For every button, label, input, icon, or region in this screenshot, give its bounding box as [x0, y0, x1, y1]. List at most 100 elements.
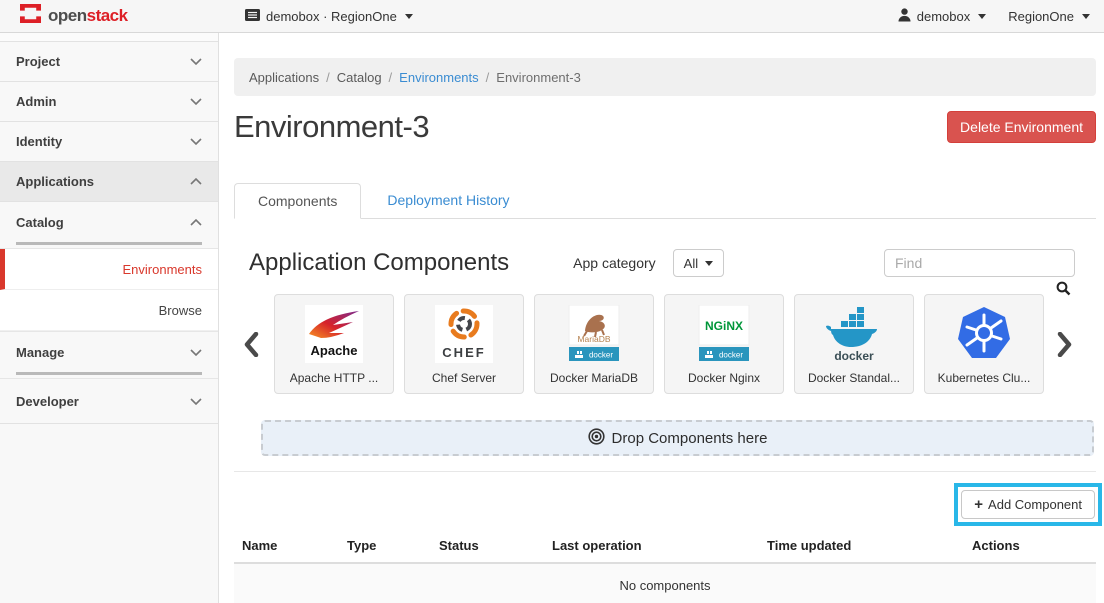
kubernetes-icon	[955, 304, 1013, 364]
openstack-logo[interactable]: openstack	[0, 3, 219, 29]
main-content: Applications / Catalog / Environments / …	[219, 33, 1104, 603]
app-card-label: Kubernetes Clu...	[938, 371, 1031, 385]
chef-icon: CHEF	[435, 304, 493, 364]
table-header-row: Name Type Status Last operation Time upd…	[234, 529, 1096, 563]
chevron-down-icon	[190, 349, 202, 356]
caret-down-icon	[705, 261, 713, 266]
breadcrumb-separator: /	[389, 70, 393, 85]
drop-components-zone[interactable]: Drop Components here	[261, 420, 1094, 456]
app-card-label: Docker Standal...	[808, 371, 900, 385]
sidebar-item-manage[interactable]: Manage	[0, 332, 218, 372]
app-category-label: App category	[573, 255, 656, 271]
apache-icon: Apache	[305, 304, 363, 364]
chevron-up-icon	[190, 178, 202, 185]
section-divider	[234, 471, 1096, 472]
chevron-down-icon	[190, 398, 202, 405]
tab-deployment-history[interactable]: Deployment History	[361, 183, 535, 218]
chevron-down-icon	[190, 58, 202, 65]
breadcrumb-current: Environment-3	[496, 70, 581, 85]
svg-text:MariaDB: MariaDB	[577, 334, 610, 344]
sidebar-item-developer[interactable]: Developer	[0, 379, 218, 424]
sidebar-item-label: Environments	[123, 262, 202, 277]
app-card-label: Docker Nginx	[688, 371, 760, 385]
sidebar-item-label: Admin	[16, 94, 56, 109]
section-underline	[16, 242, 202, 245]
sidebar-group-catalog: Catalog	[0, 202, 218, 249]
project-list-icon	[245, 9, 260, 24]
carousel-next-button[interactable]	[1057, 332, 1072, 357]
mariadb-docker-icon: MariaDB docker	[563, 304, 625, 364]
find-field-wrap	[884, 249, 1075, 277]
sidebar-group-manage: Manage	[0, 331, 218, 379]
breadcrumb-applications: Applications	[249, 70, 319, 85]
section-underline	[16, 372, 202, 375]
components-toolbar: Application Components App category All	[234, 248, 1096, 278]
column-header-time-updated: Time updated	[759, 529, 964, 563]
region-menu[interactable]: RegionOne	[1008, 9, 1090, 24]
app-window: openstack demobox · RegionOne	[0, 0, 1104, 603]
dropzone-label: Drop Components here	[612, 430, 768, 447]
annotation-highlight: + Add Component	[954, 483, 1102, 526]
add-component-row: + Add Component	[234, 483, 1102, 526]
region-menu-label: RegionOne	[1008, 9, 1074, 24]
breadcrumb: Applications / Catalog / Environments / …	[234, 58, 1096, 96]
breadcrumb-separator: /	[326, 70, 330, 85]
target-icon	[588, 428, 605, 449]
user-menu[interactable]: demobox	[898, 8, 986, 25]
app-card-chef[interactable]: CHEF Chef Server	[404, 294, 524, 394]
sidebar-item-catalog[interactable]: Catalog	[0, 202, 218, 242]
breadcrumb-environments-link[interactable]: Environments	[399, 70, 478, 85]
components-heading: Application Components	[249, 249, 509, 277]
brand-stack: stack	[87, 6, 128, 25]
project-switcher-label: demobox · RegionOne	[266, 9, 397, 24]
column-header-name: Name	[234, 529, 339, 563]
project-switcher[interactable]: demobox · RegionOne	[245, 9, 413, 24]
svg-text:CHEF: CHEF	[442, 345, 485, 360]
svg-text:Apache: Apache	[311, 343, 358, 358]
chevron-down-icon	[190, 138, 202, 145]
tab-bar: Components Deployment History	[234, 183, 1096, 219]
app-card-kubernetes[interactable]: Kubernetes Clu...	[924, 294, 1044, 394]
breadcrumb-catalog: Catalog	[337, 70, 382, 85]
app-category-dropdown[interactable]: All	[673, 249, 724, 277]
svg-text:docker: docker	[834, 349, 874, 363]
app-card-docker-standalone[interactable]: docker Docker Standal...	[794, 294, 914, 394]
sidebar-item-identity[interactable]: Identity	[0, 122, 218, 162]
brand-open: open	[48, 6, 87, 25]
empty-state-text: No components	[234, 563, 1096, 603]
app-card-docker-mariadb[interactable]: MariaDB docker Docker MariaDB	[534, 294, 654, 394]
components-panel: Application Components App category All	[234, 219, 1096, 603]
sidebar-item-admin[interactable]: Admin	[0, 82, 218, 122]
column-header-actions: Actions	[964, 529, 1096, 563]
app-card-apache[interactable]: Apache Apache HTTP ...	[274, 294, 394, 394]
carousel-prev-button[interactable]	[244, 332, 259, 357]
page-header: Environment-3 Delete Environment	[234, 109, 1096, 145]
find-input[interactable]	[884, 249, 1075, 277]
tab-components[interactable]: Components	[234, 183, 361, 219]
sidebar-item-label: Developer	[16, 394, 79, 409]
sidebar-item-label: Manage	[16, 345, 64, 360]
sidebar-item-label: Identity	[16, 134, 62, 149]
nginx-docker-icon: NGiNX docker	[693, 304, 755, 364]
search-icon[interactable]	[1056, 281, 1071, 301]
add-component-button[interactable]: + Add Component	[961, 490, 1095, 519]
sidebar-item-project[interactable]: Project	[0, 42, 218, 82]
sidebar-item-applications[interactable]: Applications	[0, 162, 218, 202]
column-header-status: Status	[431, 529, 544, 563]
column-header-last-operation: Last operation	[544, 529, 759, 563]
sidebar-item-label: Catalog	[16, 215, 64, 230]
caret-down-icon	[978, 14, 986, 19]
openstack-cube-icon	[19, 3, 42, 29]
app-card-label: Docker MariaDB	[550, 371, 638, 385]
topbar-right: demobox RegionOne	[898, 8, 1104, 25]
sidebar-top-strip	[0, 33, 218, 42]
user-menu-label: demobox	[917, 9, 970, 24]
sidebar-item-environments[interactable]: Environments	[0, 249, 218, 290]
app-card-docker-nginx[interactable]: NGiNX docker Docker Nginx	[664, 294, 784, 394]
user-icon	[898, 8, 911, 25]
plus-icon: +	[974, 497, 983, 512]
page-title: Environment-3	[234, 109, 429, 145]
app-card-list: Apache Apache HTTP ...	[274, 294, 1044, 394]
sidebar-item-browse[interactable]: Browse	[0, 290, 218, 331]
delete-environment-button[interactable]: Delete Environment	[947, 111, 1096, 143]
